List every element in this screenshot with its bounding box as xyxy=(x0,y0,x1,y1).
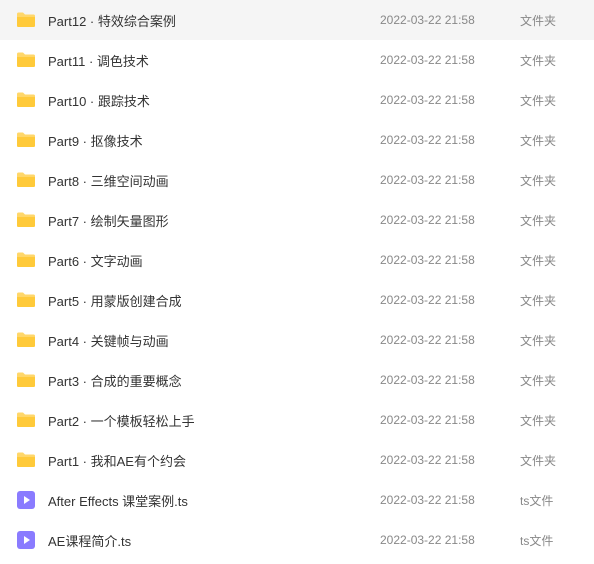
file-date: 2022-03-22 21:58 xyxy=(380,213,520,227)
file-date: 2022-03-22 21:58 xyxy=(380,413,520,427)
file-row[interactable]: Part9 · 抠像技术2022-03-22 21:58文件夹 xyxy=(0,120,594,160)
folder-icon xyxy=(14,292,38,308)
file-name: Part8 · 三维空间动画 xyxy=(38,171,380,190)
file-name: Part11 · 调色技术 xyxy=(38,51,380,70)
file-type: ts文件 xyxy=(520,532,580,549)
file-date: 2022-03-22 21:58 xyxy=(380,93,520,107)
file-row[interactable]: Part10 · 跟踪技术2022-03-22 21:58文件夹 xyxy=(0,80,594,120)
file-list: Part12 · 特效综合案例2022-03-22 21:58文件夹Part11… xyxy=(0,0,594,560)
file-name: After Effects 课堂案例.ts xyxy=(38,491,380,510)
folder-icon xyxy=(14,332,38,348)
folder-icon xyxy=(14,52,38,68)
file-type: ts文件 xyxy=(520,492,580,509)
folder-icon xyxy=(14,12,38,28)
file-type: 文件夹 xyxy=(520,292,580,309)
file-date: 2022-03-22 21:58 xyxy=(380,533,520,547)
folder-icon xyxy=(14,92,38,108)
file-row[interactable]: Part11 · 调色技术2022-03-22 21:58文件夹 xyxy=(0,40,594,80)
file-name: Part2 · 一个模板轻松上手 xyxy=(38,411,380,430)
folder-icon xyxy=(14,172,38,188)
file-date: 2022-03-22 21:58 xyxy=(380,173,520,187)
file-name: Part1 · 我和AE有个约会 xyxy=(38,451,380,470)
file-type: 文件夹 xyxy=(520,92,580,109)
file-row[interactable]: After Effects 课堂案例.ts2022-03-22 21:58ts文… xyxy=(0,480,594,520)
file-type: 文件夹 xyxy=(520,12,580,29)
file-type: 文件夹 xyxy=(520,212,580,229)
file-name: Part9 · 抠像技术 xyxy=(38,131,380,150)
file-row[interactable]: Part2 · 一个模板轻松上手2022-03-22 21:58文件夹 xyxy=(0,400,594,440)
file-type: 文件夹 xyxy=(520,172,580,189)
file-date: 2022-03-22 21:58 xyxy=(380,333,520,347)
folder-icon xyxy=(14,412,38,428)
file-date: 2022-03-22 21:58 xyxy=(380,293,520,307)
file-date: 2022-03-22 21:58 xyxy=(380,133,520,147)
file-type: 文件夹 xyxy=(520,372,580,389)
folder-icon xyxy=(14,212,38,228)
file-row[interactable]: Part3 · 合成的重要概念2022-03-22 21:58文件夹 xyxy=(0,360,594,400)
file-type: 文件夹 xyxy=(520,252,580,269)
file-row[interactable]: Part5 · 用蒙版创建合成2022-03-22 21:58文件夹 xyxy=(0,280,594,320)
folder-icon xyxy=(14,252,38,268)
video-file-icon xyxy=(14,531,38,549)
file-name: Part7 · 绘制矢量图形 xyxy=(38,211,380,230)
file-row[interactable]: Part1 · 我和AE有个约会2022-03-22 21:58文件夹 xyxy=(0,440,594,480)
file-type: 文件夹 xyxy=(520,332,580,349)
file-row[interactable]: Part4 · 关键帧与动画2022-03-22 21:58文件夹 xyxy=(0,320,594,360)
file-name: Part5 · 用蒙版创建合成 xyxy=(38,291,380,310)
file-row[interactable]: Part12 · 特效综合案例2022-03-22 21:58文件夹 xyxy=(0,0,594,40)
file-type: 文件夹 xyxy=(520,132,580,149)
file-row[interactable]: Part7 · 绘制矢量图形2022-03-22 21:58文件夹 xyxy=(0,200,594,240)
file-date: 2022-03-22 21:58 xyxy=(380,493,520,507)
file-row[interactable]: Part8 · 三维空间动画2022-03-22 21:58文件夹 xyxy=(0,160,594,200)
file-date: 2022-03-22 21:58 xyxy=(380,13,520,27)
file-type: 文件夹 xyxy=(520,452,580,469)
file-name: Part12 · 特效综合案例 xyxy=(38,11,380,30)
file-date: 2022-03-22 21:58 xyxy=(380,453,520,467)
video-file-icon xyxy=(14,491,38,509)
file-date: 2022-03-22 21:58 xyxy=(380,253,520,267)
file-row[interactable]: AE课程简介.ts2022-03-22 21:58ts文件 xyxy=(0,520,594,560)
file-type: 文件夹 xyxy=(520,412,580,429)
folder-icon xyxy=(14,132,38,148)
file-name: AE课程简介.ts xyxy=(38,531,380,550)
file-type: 文件夹 xyxy=(520,52,580,69)
folder-icon xyxy=(14,372,38,388)
folder-icon xyxy=(14,452,38,468)
file-name: Part3 · 合成的重要概念 xyxy=(38,371,380,390)
file-date: 2022-03-22 21:58 xyxy=(380,373,520,387)
file-name: Part6 · 文字动画 xyxy=(38,251,380,270)
file-row[interactable]: Part6 · 文字动画2022-03-22 21:58文件夹 xyxy=(0,240,594,280)
file-name: Part4 · 关键帧与动画 xyxy=(38,331,380,350)
file-date: 2022-03-22 21:58 xyxy=(380,53,520,67)
file-name: Part10 · 跟踪技术 xyxy=(38,91,380,110)
